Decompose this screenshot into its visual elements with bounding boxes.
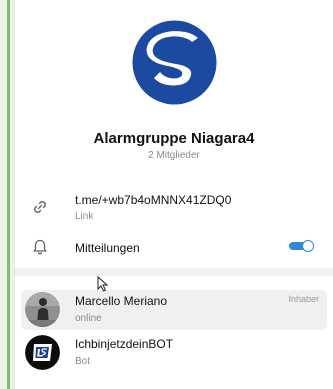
bot-avatar [25,335,60,370]
member-status: Bot [75,356,91,367]
selection-accent [7,0,10,389]
member-name: Marcello Meriano [75,294,168,308]
notifications-toggle[interactable] [289,240,315,252]
member-row[interactable]: IchbinjetzdeinBOT Bot [21,333,327,373]
group-avatar[interactable] [132,20,217,105]
member-name: IchbinjetzdeinBOT [75,337,174,351]
invite-link[interactable]: t.me/+wb7b4oMNNX41ZDQ0 [75,193,231,207]
member-role-badge: Inhaber [288,294,319,304]
toggle-knob [302,240,314,252]
invite-link-label: Link [75,211,94,222]
member-row[interactable]: Marcello Meriano online Inhaber [21,290,327,330]
chat-list-edge [0,0,15,389]
bell-icon [33,239,47,255]
group-info-panel: Alarmgruppe Niagara4 2 Mitglieder t.me/+… [15,0,333,389]
group-title: Alarmgruppe Niagara4 [93,130,255,147]
member-status: online [75,313,102,324]
invite-link-row[interactable]: t.me/+wb7b4oMNNX41ZDQ0 Link [15,186,333,226]
notifications-row[interactable]: Mitteilungen [15,234,333,260]
member-avatar [25,292,60,327]
section-divider [15,268,333,276]
notifications-label: Mitteilungen [75,241,140,255]
mouse-cursor-icon [97,276,109,292]
member-count: 2 Mitglieder [148,150,200,161]
link-icon [34,201,46,213]
